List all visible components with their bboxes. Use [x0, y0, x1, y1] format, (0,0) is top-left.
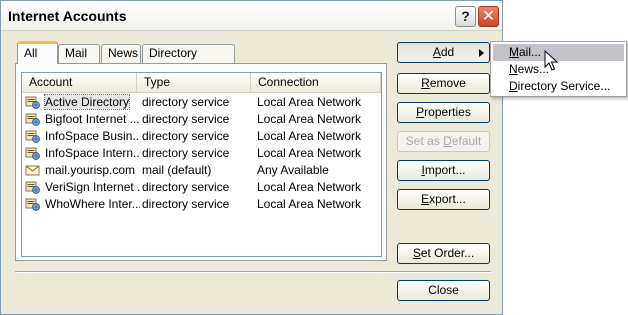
account-name: InfoSpace Busin...: [45, 129, 140, 143]
account-name: Active Directory: [43, 94, 131, 110]
table-row[interactable]: mail.yourisp.com mail (default) Any Availa…: [22, 162, 381, 179]
submenu-arrow-icon: [479, 49, 484, 57]
account-name-cell: InfoSpace Intern...: [25, 145, 140, 162]
connection-cell: Any Available: [257, 163, 329, 177]
connection-cell: Local Area Network: [257, 95, 362, 109]
set-order-button[interactable]: Set Order...: [397, 243, 490, 264]
account-name-cell: Active Directory: [25, 94, 140, 111]
account-type-cell: mail (default): [142, 163, 212, 177]
connection-cell: Local Area Network: [257, 129, 362, 143]
tab-news-label: News: [108, 46, 139, 60]
column-header-connection[interactable]: Connection: [251, 73, 381, 93]
tab-mail-label: Mail: [65, 46, 88, 60]
set-as-default-button[interactable]: Set as Default: [397, 131, 490, 152]
account-type-cell: directory service: [142, 129, 230, 143]
table-row[interactable]: VeriSign Internet ... directory service Lo…: [22, 179, 381, 196]
remove-button[interactable]: Remove: [397, 73, 490, 94]
internet-accounts-dialog: Internet Accounts ? ✕ All Mail News Dire…: [0, 0, 503, 315]
table-row[interactable]: InfoSpace Intern... directory service Loca…: [22, 145, 381, 162]
menu-item-news[interactable]: News...: [493, 61, 624, 78]
window-title: Internet Accounts: [8, 8, 127, 24]
tab-all[interactable]: All: [17, 41, 58, 64]
import-button[interactable]: Import...: [397, 160, 490, 181]
tab-news[interactable]: News: [101, 44, 141, 63]
account-name-cell: WhoWhere Inter...: [25, 196, 140, 213]
account-name-cell: InfoSpace Busin...: [25, 128, 140, 145]
table-row[interactable]: WhoWhere Inter... directory service Local …: [22, 196, 381, 213]
add-menu: Mail... News... Directory Service...: [490, 41, 627, 97]
dialog-separator: [15, 271, 491, 273]
close-button[interactable]: Close: [397, 280, 490, 301]
menu-item-directory-service[interactable]: Directory Service...: [493, 78, 624, 95]
account-name: InfoSpace Intern...: [45, 146, 140, 160]
tab-mail[interactable]: Mail: [58, 44, 100, 63]
account-type-cell: directory service: [142, 95, 230, 109]
table-row[interactable]: Bigfoot Internet ... directory service Loc…: [22, 111, 381, 128]
mouse-cursor-icon: [544, 50, 558, 71]
table-row[interactable]: Active Directory directory service Local A…: [22, 94, 381, 111]
account-name-cell: Bigfoot Internet ...: [25, 111, 140, 128]
account-name: VeriSign Internet ...: [45, 180, 140, 194]
add-button[interactable]: Add: [397, 42, 490, 63]
export-button[interactable]: Export...: [397, 189, 490, 210]
account-type-cell: directory service: [142, 112, 230, 126]
column-header-account[interactable]: Account: [22, 73, 137, 93]
account-name: WhoWhere Inter...: [45, 197, 140, 211]
table-row[interactable]: InfoSpace Busin... directory service Local…: [22, 128, 381, 145]
column-header-type[interactable]: Type: [137, 73, 251, 93]
account-name-cell: mail.yourisp.com: [25, 162, 140, 179]
menu-item-mail[interactable]: Mail...: [493, 44, 624, 61]
list-header: Account Type Connection: [22, 73, 381, 93]
help-button[interactable]: ?: [455, 6, 476, 27]
connection-cell: Local Area Network: [257, 180, 362, 194]
account-type-cell: directory service: [142, 180, 230, 194]
tab-all-label: All: [24, 46, 38, 60]
connection-cell: Local Area Network: [257, 112, 362, 126]
account-name: Bigfoot Internet ...: [45, 112, 140, 126]
account-name: mail.yourisp.com: [45, 163, 136, 177]
account-type-cell: directory service: [142, 146, 230, 160]
accounts-list[interactable]: Account Type Connection Active Directory…: [21, 72, 382, 257]
close-window-icon[interactable]: ✕: [478, 6, 499, 27]
connection-cell: Local Area Network: [257, 197, 362, 211]
account-name-cell: VeriSign Internet ...: [25, 179, 140, 196]
properties-button[interactable]: Properties: [397, 102, 490, 123]
title-bar[interactable]: Internet Accounts ? ✕: [1, 1, 502, 31]
tab-directory-service[interactable]: Directory Service: [142, 44, 235, 77]
account-type-cell: directory service: [142, 197, 230, 211]
connection-cell: Local Area Network: [257, 146, 362, 160]
add-label: Add: [432, 45, 455, 59]
